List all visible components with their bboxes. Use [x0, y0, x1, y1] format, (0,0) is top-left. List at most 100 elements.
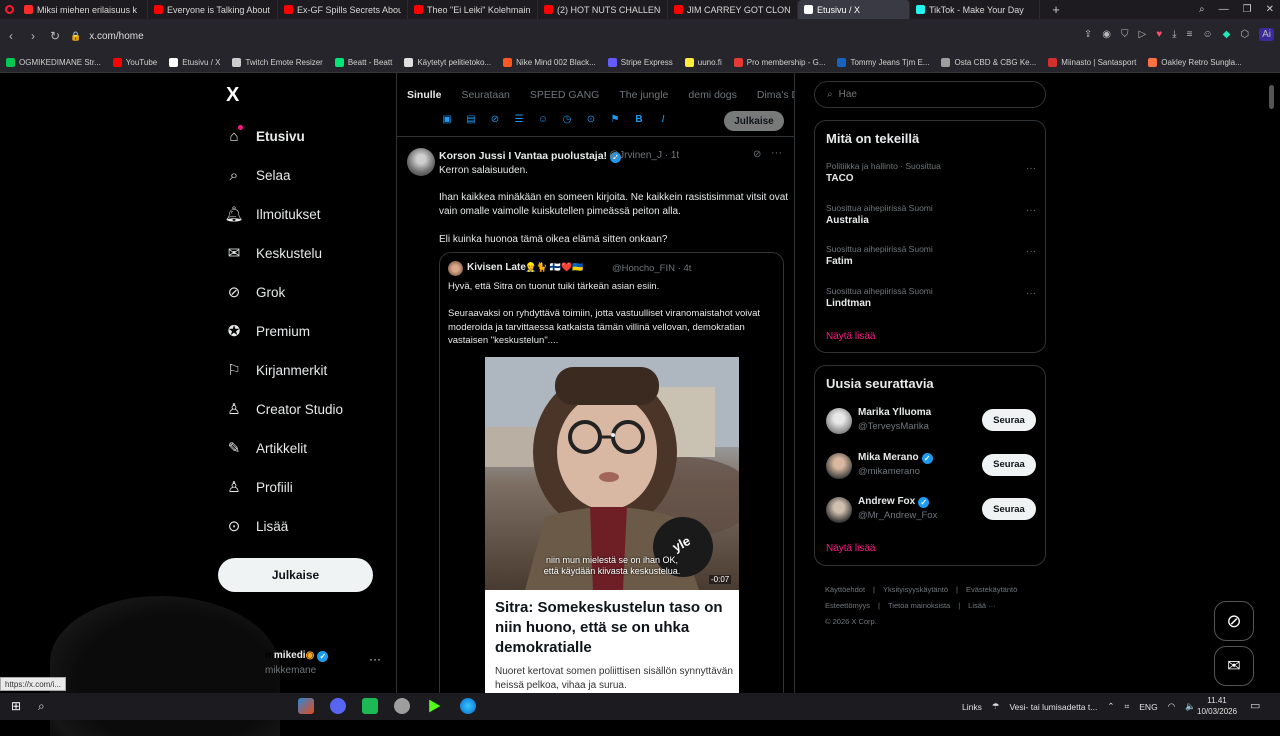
follow-name[interactable]: Mika Merano ✓ — [858, 452, 933, 464]
follow-button[interactable]: Seuraa — [982, 498, 1036, 520]
schedule-icon[interactable]: ◷ — [561, 114, 573, 126]
sidebar-item-etusivu[interactable]: ⌂ Etusivu — [226, 125, 305, 147]
messages-fab-icon[interactable]: ✉ — [1214, 646, 1254, 686]
bookmark-item[interactable]: Pro membership - G... — [733, 58, 825, 67]
compose-post-button[interactable]: Julkaise — [724, 111, 784, 131]
quoted-tweet[interactable]: Kivisen Late 👷🐈 🇫🇮❤️🇺🇦 @Honcho_FIN · 4t … — [439, 252, 784, 693]
sidebar-item-selaa[interactable]: ⌕ Selaa — [226, 164, 291, 186]
feed-tab[interactable]: The jungle — [609, 83, 678, 107]
trend-more-icon[interactable]: ··· — [1026, 246, 1036, 257]
feed-tab[interactable]: Seurataan — [451, 83, 519, 107]
sidebar-item-ilmoitukset[interactable]: 🔔︎ Ilmoitukset — [224, 203, 320, 225]
windows-start-icon[interactable]: ⊞ — [8, 698, 24, 714]
volume-icon[interactable]: 🔈 — [1185, 701, 1196, 712]
grok-fab-icon[interactable]: ⊘ — [1214, 601, 1254, 641]
tray-chevron-icon[interactable]: ⌃ — [1107, 701, 1114, 712]
quote-video[interactable]: yle niin mun mielestä se on ihan OK, ett… — [485, 357, 739, 590]
bookmark-item[interactable]: Etusivu / X — [169, 58, 220, 67]
gif-icon[interactable]: ▤ — [465, 114, 477, 126]
browser-tab[interactable]: JIM CARREY GOT CLONED — [668, 0, 798, 19]
flag-icon[interactable]: ⚑ — [609, 114, 621, 126]
sidebar-item-premium[interactable]: ✪ Premium — [226, 320, 310, 342]
browser-tab[interactable]: Miksi miehen erilaisuus k — [18, 0, 148, 19]
footer-link[interactable]: Lisää ··· — [968, 601, 996, 610]
follow-name[interactable]: Marika Ylluoma — [858, 407, 931, 418]
reload-button[interactable]: ↻ — [44, 29, 66, 43]
bookmark-item[interactable]: Miinasto | Santasport — [1048, 58, 1136, 67]
browser-tab[interactable]: Ex-GF Spills Secrets About — [278, 0, 408, 19]
app-grey-icon[interactable] — [394, 698, 410, 714]
follow-button[interactable]: Seuraa — [982, 453, 1036, 476]
cube-icon[interactable]: ⬡ — [1240, 29, 1249, 40]
footer-link[interactable]: Esteettömyys — [825, 601, 870, 610]
footer-link[interactable]: Yksityisyyskäytäntö — [883, 585, 948, 594]
heart-icon[interactable]: ♥ — [1156, 29, 1162, 40]
minimize-button[interactable]: — — [1219, 4, 1229, 15]
forward-button[interactable]: › — [22, 29, 44, 43]
feed-tab[interactable]: SPEED GANG — [520, 83, 609, 107]
page-scrollbar[interactable] — [1269, 85, 1274, 109]
footer-link[interactable]: Evästekäytäntö — [966, 585, 1017, 594]
camera-icon[interactable]: ◉ — [1102, 29, 1111, 40]
trend-more-icon[interactable]: ··· — [1026, 205, 1036, 216]
taskbar-search-icon[interactable]: ⌕ — [38, 698, 54, 714]
sidebar-item-grok[interactable]: ⊘ Grok — [226, 281, 286, 303]
sidebar-item-artikkelit[interactable]: ✎ Artikkelit — [226, 437, 307, 459]
trend-item[interactable]: Suosittua aihepiirissä Suomi Lindtman ··· — [826, 286, 1036, 316]
sidebar-item-profiili[interactable]: ♙ Profiili — [226, 476, 293, 498]
grok-compose-icon[interactable]: ⊘ — [489, 114, 501, 126]
poll-icon[interactable]: ☰ — [513, 114, 525, 126]
sidebar-item-lisää[interactable]: ⊙ Lisää — [226, 515, 289, 537]
shield-icon[interactable]: ⛉ — [1121, 29, 1129, 40]
back-button[interactable]: ‹ — [0, 29, 22, 43]
extension-icon[interactable]: ◆ — [1223, 29, 1231, 40]
follow-name[interactable]: Andrew Fox ✓ — [858, 496, 930, 508]
account-more-icon[interactable]: ··· — [369, 652, 381, 666]
article-card[interactable]: Sitra: Somekeskustelun taso on niin huon… — [485, 590, 739, 693]
trends-show-more[interactable]: Näytä lisää — [826, 331, 875, 342]
follow-show-more[interactable]: Näytä lisää — [826, 543, 875, 554]
new-tab-button[interactable]: + — [1048, 2, 1064, 18]
account-name[interactable]: mmikedi◉ ✓ — [265, 650, 329, 662]
copilot-icon[interactable] — [298, 698, 314, 714]
sidebar-item-creator-studio[interactable]: ♙ Creator Studio — [226, 398, 343, 420]
x-logo[interactable]: X — [226, 85, 246, 105]
bookmark-item[interactable]: Osta CBD & CBG Ke... — [941, 58, 1036, 67]
bookmark-item[interactable]: YouTube — [112, 58, 157, 67]
search-tabs-icon[interactable]: ⌕ — [1199, 4, 1205, 15]
trend-more-icon[interactable]: ··· — [1026, 288, 1036, 299]
location-icon[interactable]: ⊙ — [585, 114, 597, 126]
browser-tab[interactable]: TikTok - Make Your Day — [910, 0, 1040, 19]
tweet-avatar[interactable] — [407, 148, 435, 176]
bold-icon[interactable]: B — [633, 114, 645, 126]
image-icon[interactable]: ▣ — [441, 114, 453, 126]
tray-links[interactable]: Links — [962, 702, 982, 712]
bookmark-item[interactable]: Oakley Retro Sungla... — [1148, 58, 1242, 67]
footer-link[interactable]: Tietoa mainoksista — [888, 601, 950, 610]
browser-tab[interactable]: Everyone is Talking About — [148, 0, 278, 19]
wifi-icon[interactable]: ◠ — [1168, 701, 1175, 712]
close-window-button[interactable]: ✕ — [1266, 4, 1274, 15]
search-box[interactable]: ⌕ — [814, 81, 1046, 108]
taskbar-clock[interactable]: 11.41 10/03/2026 — [1197, 695, 1237, 717]
italic-icon[interactable]: I — [657, 114, 669, 126]
tray-weather[interactable]: Vesi- tai lumisadetta t... — [1009, 702, 1097, 712]
bookmark-item[interactable]: Twitch Emote Resizer — [232, 58, 323, 67]
emoji-icon[interactable]: ☺ — [537, 114, 549, 126]
feed-tab[interactable]: Dima's Dist — [747, 83, 794, 107]
bookmark-item[interactable]: Stripe Express — [607, 58, 673, 67]
bookmark-item[interactable]: Käytetyt pelitietoko... — [404, 58, 491, 67]
trend-item[interactable]: Politiikka ja hallinto · Suosittua TACO ··… — [826, 161, 1036, 191]
trend-item[interactable]: Suosittua aihepiirissä Suomi Fatim ··· — [826, 244, 1036, 274]
bookmark-item[interactable]: uuno.fi — [684, 58, 722, 67]
share-icon[interactable]: ⇪ — [1084, 29, 1092, 40]
follow-button[interactable]: Seuraa — [982, 409, 1036, 431]
bookmark-item[interactable]: Nike Mind 002 Black... — [503, 58, 596, 67]
bookmark-item[interactable]: Beatt - Beatt — [334, 58, 392, 67]
search-input[interactable] — [838, 89, 1019, 100]
download-icon[interactable]: ⤓ — [1172, 29, 1176, 40]
trend-more-icon[interactable]: ··· — [1026, 163, 1036, 174]
menu-icon[interactable]: ≡ — [1187, 29, 1193, 40]
maximize-button[interactable]: ❐ — [1243, 4, 1252, 15]
play-icon[interactable]: ▷ — [1139, 29, 1147, 40]
